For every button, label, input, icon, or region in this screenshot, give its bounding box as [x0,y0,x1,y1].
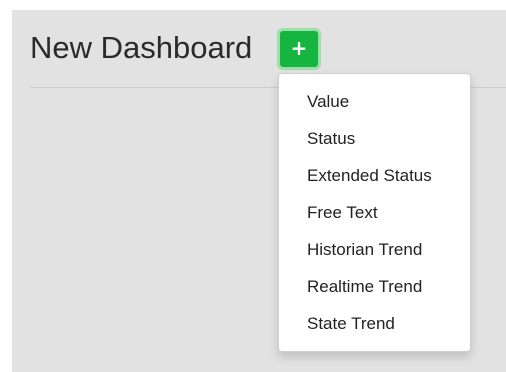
menu-item-status[interactable]: Status [279,120,470,157]
page-title: New Dashboard [30,30,253,65]
menu-item-free-text[interactable]: Free Text [279,194,470,231]
menu-item-value[interactable]: Value [279,83,470,120]
add-widget-menu: Value Status Extended Status Free Text H… [278,73,471,352]
plus-icon: + [290,36,308,60]
menu-item-realtime-trend[interactable]: Realtime Trend [279,268,470,305]
add-widget-button[interactable]: + [277,28,321,70]
menu-item-historian-trend[interactable]: Historian Trend [279,231,470,268]
menu-item-state-trend[interactable]: State Trend [279,305,470,342]
menu-item-extended-status[interactable]: Extended Status [279,157,470,194]
